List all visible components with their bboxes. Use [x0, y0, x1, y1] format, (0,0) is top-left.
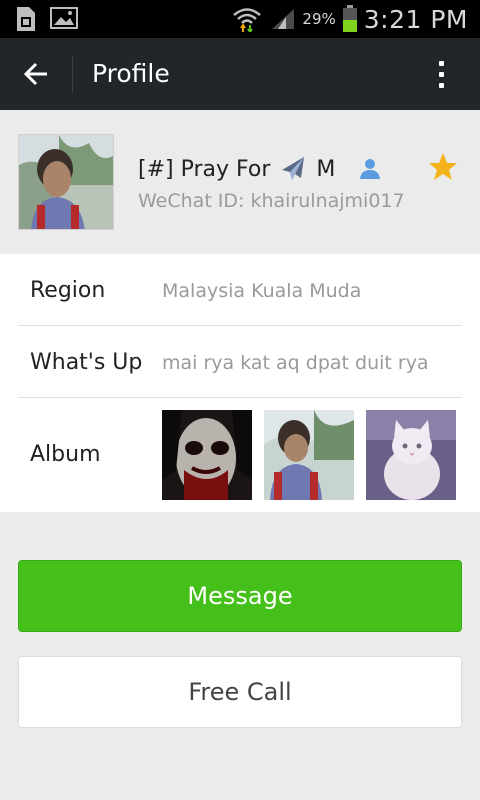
wifi-icon	[233, 8, 262, 32]
sim-card-icon	[17, 7, 35, 31]
profile-name-suffix: M	[316, 156, 336, 182]
profile-name: [#] Pray For M	[138, 154, 383, 184]
whats-up-label: What's Up	[30, 350, 143, 375]
arrow-back-icon	[23, 62, 47, 86]
page-title: Profile	[92, 59, 170, 88]
whats-up-value: mai rya kat aq dpat duit rya	[162, 352, 429, 374]
region-value: Malaysia Kuala Muda	[162, 280, 362, 302]
signal-icon	[272, 9, 295, 29]
album-label: Album	[30, 442, 101, 467]
battery-icon	[342, 5, 357, 32]
gallery-icon	[50, 7, 78, 29]
person-icon	[360, 159, 381, 179]
album-row[interactable]: Album	[18, 398, 462, 512]
avatar[interactable]	[18, 134, 114, 230]
status-bar: 29% 3:21 PM	[0, 0, 480, 38]
clock: 3:21 PM	[363, 4, 468, 34]
region-label: Region	[30, 278, 106, 303]
star-button[interactable]	[428, 152, 458, 182]
status-bar-system: 29% 3:21 PM	[232, 0, 468, 38]
whats-up-row: What's Up mai rya kat aq dpat duit rya	[18, 326, 462, 398]
message-button[interactable]: Message	[18, 560, 462, 632]
album-photo-boy[interactable]	[264, 410, 354, 500]
status-bar-notifications	[14, 6, 78, 32]
album-photo-kitten[interactable]	[366, 410, 456, 500]
album-photo-ghost[interactable]	[162, 410, 252, 500]
battery-percent: 29%	[302, 10, 336, 28]
region-row: Region Malaysia Kuala Muda	[18, 254, 462, 326]
free-call-button[interactable]: Free Call	[18, 656, 462, 728]
profile-name-prefix: [#] Pray For	[138, 156, 271, 182]
profile-info-list: Region Malaysia Kuala Muda What's Up mai…	[0, 254, 480, 512]
album-thumbnails[interactable]	[162, 410, 456, 500]
more-options-button[interactable]	[424, 54, 458, 94]
star-icon	[429, 153, 457, 180]
profile-header: [#] Pray For M WeChat ID: khairulnajmi01…	[0, 110, 480, 254]
more-vertical-icon	[438, 60, 444, 66]
app-bar: Profile	[0, 38, 480, 110]
wechat-id: WeChat ID: khairulnajmi017	[138, 190, 405, 212]
back-button[interactable]	[14, 54, 58, 94]
appbar-divider	[72, 56, 73, 92]
airplane-icon	[282, 157, 305, 180]
